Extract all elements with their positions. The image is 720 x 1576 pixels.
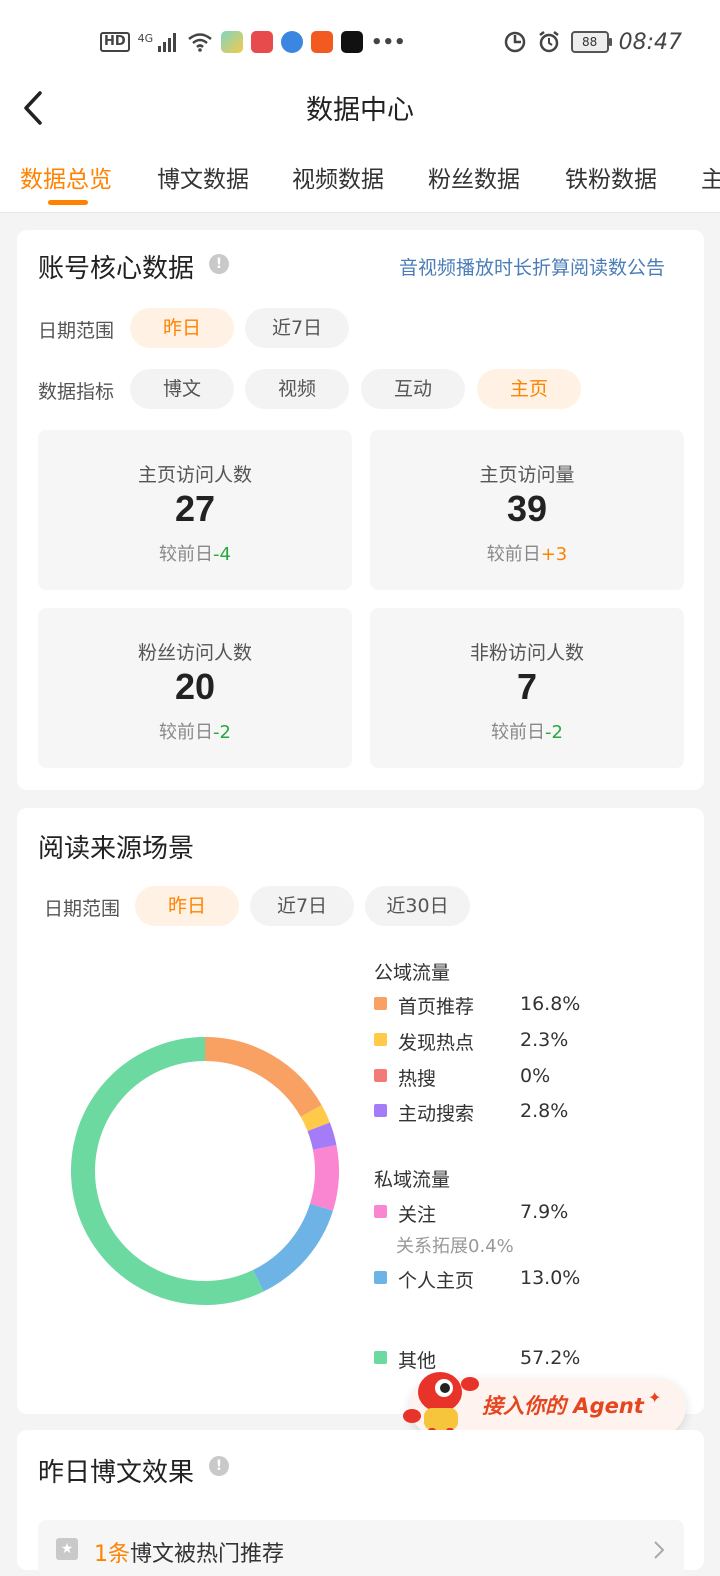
legend-label-4: 关注 [398, 1204, 437, 1226]
date-range-label: 日期范围 [44, 898, 121, 920]
app-icon [221, 31, 244, 53]
status-left: HD 4G ••• [100, 28, 406, 56]
legend-swatch-6 [374, 1351, 387, 1364]
hot-recommend-text: 1条博文被热门推荐 [94, 1542, 285, 1567]
legend-label-2: 热搜 [398, 1068, 437, 1090]
legend-swatch-4 [374, 1205, 387, 1218]
info-icon[interactable]: ! [209, 254, 229, 274]
stat-compare: 较前日-2 [491, 722, 563, 743]
tiktok-icon [341, 31, 364, 53]
stat-value: 27 [174, 488, 216, 529]
donut-slice-4 [309, 1145, 339, 1211]
stat-fan-visitors: 粉丝访问人数 20 较前日-2 [38, 608, 352, 768]
app-icon [251, 31, 274, 53]
legend-swatch-2 [374, 1069, 387, 1082]
page-title: 数据中心 [306, 95, 414, 126]
legend-swatch-5 [374, 1271, 387, 1284]
date-yesterday-chip[interactable]: 昨日 [130, 308, 234, 348]
metric-homepage-chip[interactable]: 主页 [477, 369, 581, 409]
stat-label: 主页访问人数 [137, 464, 252, 486]
donut-slice-5 [252, 1203, 333, 1292]
tab-overview[interactable]: 数据总览 [20, 160, 112, 194]
core-data-title: 账号核心数据 [38, 254, 195, 284]
stat-value: 20 [174, 666, 216, 707]
legend-public-title: 公域流量 [374, 962, 451, 984]
legend-relation-note: 关系拓展0.4% [396, 1236, 514, 1257]
legend-value-6: 57.2% [520, 1347, 581, 1369]
source-date-yesterday-chip[interactable]: 昨日 [135, 886, 239, 926]
source-date-30days-chip[interactable]: 近30日 [365, 886, 470, 926]
stat-label: 主页访问量 [479, 464, 575, 486]
battery-icon: 88 [570, 31, 612, 53]
legend-label-0: 首页推荐 [398, 996, 475, 1018]
donut-slice-0 [204, 1037, 322, 1118]
stat-homepage-visitors: 主页访问人数 27 较前日-4 [38, 430, 352, 590]
stat-compare: 较前日-2 [159, 722, 231, 743]
legend-value-3: 2.8% [520, 1100, 569, 1122]
legend-value-5: 13.0% [520, 1267, 581, 1289]
legend-swatch-1 [374, 1033, 387, 1046]
metric-video-chip[interactable]: 视频 [245, 369, 349, 409]
clock: 08:47 [618, 29, 682, 55]
legend-swatch-0 [374, 997, 387, 1010]
legend-label-1: 发现热点 [398, 1032, 475, 1054]
legend-value-0: 16.8% [520, 993, 581, 1015]
star-icon: ★ [56, 1538, 78, 1560]
notice-link[interactable]: 音视频播放时长折算阅读数公告 [399, 253, 665, 280]
sparkle-icon: ✦ [648, 1388, 662, 1407]
hd-icon: HD [100, 32, 130, 52]
donut-slice-3 [307, 1122, 337, 1150]
legend-value-2: 0% [520, 1065, 551, 1087]
legend-private-title: 私域流量 [374, 1169, 451, 1191]
metric-weibo-chip[interactable]: 博文 [130, 369, 234, 409]
tab-more[interactable]: 主 [701, 160, 720, 194]
legend-swatch-3 [374, 1104, 387, 1117]
stat-label: 粉丝访问人数 [137, 642, 252, 664]
legend-value-4: 7.9% [520, 1201, 569, 1223]
tab-fans-data[interactable]: 粉丝数据 [428, 160, 520, 194]
alarm-icon [538, 31, 559, 53]
stat-compare: 较前日+3 [486, 544, 568, 565]
agent-banner-text: 接入你的 Agent [482, 1394, 644, 1418]
tab-iron-fans-data[interactable]: 铁粉数据 [565, 160, 657, 194]
source-date-7days-chip[interactable]: 近7日 [250, 886, 354, 926]
donut-slice-1 [300, 1104, 330, 1132]
more-icon: ••• [371, 31, 406, 53]
metric-interaction-chip[interactable]: 互动 [361, 369, 465, 409]
app-icon [281, 31, 304, 53]
reading-source-donut-chart [71, 1037, 339, 1305]
status-right: 88 08:47 [503, 28, 682, 56]
legend-label-3: 主动搜索 [398, 1103, 475, 1125]
tab-weibo-data[interactable]: 博文数据 [157, 160, 249, 194]
signal-icon: 4G [138, 32, 179, 52]
data-saver-icon [504, 31, 525, 53]
stat-value: 7 [516, 666, 538, 707]
date-range-label: 日期范围 [38, 320, 115, 342]
metric-label: 数据指标 [38, 381, 115, 403]
wifi-icon [188, 33, 212, 52]
yesterday-posts-title: 昨日博文效果 [38, 1458, 195, 1488]
active-tab-indicator [48, 200, 88, 205]
chevron-right-icon [654, 1541, 665, 1559]
stat-label: 非粉访问人数 [469, 642, 584, 664]
stat-homepage-views: 主页访问量 39 较前日+3 [370, 430, 684, 590]
tab-video-data[interactable]: 视频数据 [292, 160, 384, 194]
legend-label-5: 个人主页 [398, 1270, 475, 1292]
stat-value: 39 [506, 488, 548, 529]
donut-slice-6 [71, 1037, 264, 1305]
stat-nonfan-visitors: 非粉访问人数 7 较前日-2 [370, 608, 684, 768]
info-icon[interactable]: ! [209, 1456, 229, 1476]
legend-value-1: 2.3% [520, 1029, 569, 1051]
app-icon [311, 31, 334, 53]
stat-compare: 较前日-4 [159, 544, 231, 565]
reading-source-title: 阅读来源场景 [38, 834, 195, 864]
date-7days-chip[interactable]: 近7日 [245, 308, 349, 348]
